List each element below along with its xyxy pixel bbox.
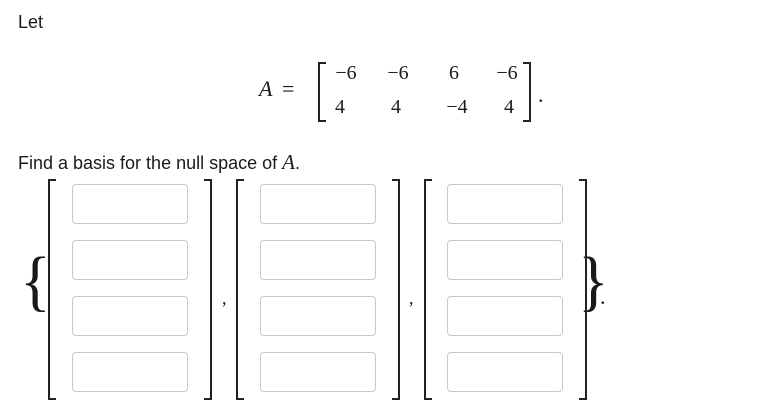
matrix-cell: 6: [449, 62, 459, 84]
prompt-text: Find a basis for the null space of: [18, 153, 278, 173]
matrix-cell: −6: [335, 62, 357, 84]
matrix-cell: 4: [335, 96, 345, 118]
vector-3-entry-1[interactable]: [447, 184, 563, 224]
equation-period: .: [538, 82, 544, 107]
vector-3-entry-3[interactable]: [447, 296, 563, 336]
matrix-cell: 4: [504, 96, 514, 118]
vector-1-entry-3[interactable]: [72, 296, 188, 336]
vector-3-entry-4[interactable]: [447, 352, 563, 392]
vector-2-right-bracket: [392, 179, 400, 400]
vector-3-entry-2[interactable]: [447, 240, 563, 280]
vector-2-entry-1[interactable]: [260, 184, 376, 224]
equals-sign: =: [282, 76, 295, 101]
matrix-variable: A: [259, 76, 273, 101]
vector-1-entry-4[interactable]: [72, 352, 188, 392]
matrix-cell: 4: [391, 96, 401, 118]
vector-separator-comma: ,: [222, 288, 227, 308]
vector-3-left-bracket: [424, 179, 432, 400]
prompt-end: .: [295, 153, 301, 173]
vector-3-right-bracket: [579, 179, 587, 400]
intro-text: Let: [18, 12, 44, 32]
vector-1-left-bracket: [48, 179, 56, 400]
vector-2-entry-4[interactable]: [260, 352, 376, 392]
vector-2-entry-3[interactable]: [260, 296, 376, 336]
vector-separator-comma: ,: [409, 288, 414, 308]
vector-1-right-bracket: [204, 179, 212, 400]
matrix-cell: −6: [496, 62, 518, 84]
vector-1-entry-2[interactable]: [72, 240, 188, 280]
set-period: .: [600, 284, 606, 309]
matrix-cell: −4: [446, 96, 468, 118]
matrix-cell: −6: [387, 62, 409, 84]
set-open-brace: {: [20, 243, 51, 318]
vector-2-entry-2[interactable]: [260, 240, 376, 280]
vector-2-left-bracket: [236, 179, 244, 400]
question-prompt: Find a basis for the null space of A.: [18, 150, 300, 175]
vector-1-entry-1[interactable]: [72, 184, 188, 224]
prompt-variable: A: [282, 150, 295, 174]
